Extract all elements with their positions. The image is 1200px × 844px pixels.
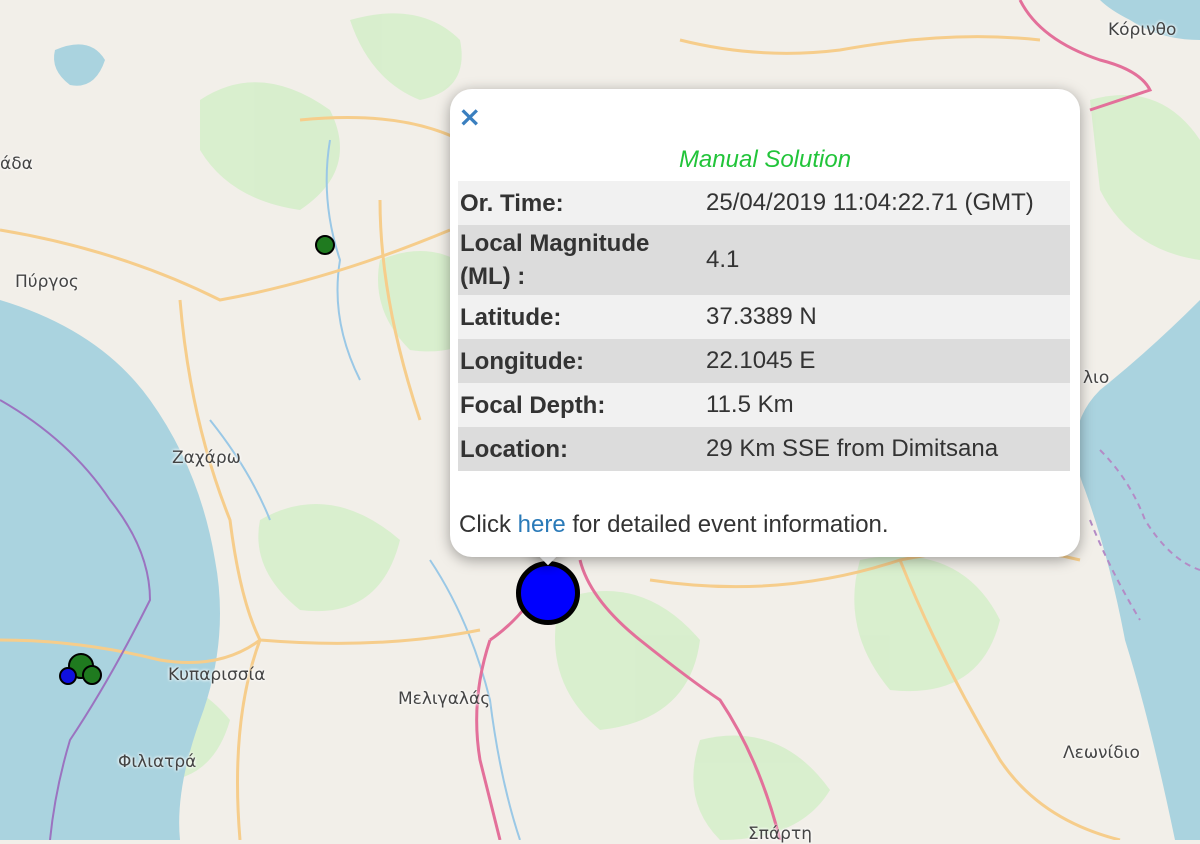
event-marker-north[interactable] (315, 235, 335, 255)
location-value: 29 Km SSE from Dimitsana (706, 435, 999, 462)
event-marker-west-green[interactable] (82, 665, 102, 685)
place-label-filiatra: Φιλιατρά (118, 752, 197, 772)
latitude-label: Latitude: (460, 303, 562, 331)
table-row: Latitude: 37.3389 N (458, 295, 1070, 339)
place-label-zacharo: Ζαχάρω (172, 448, 241, 468)
longitude-value: 22.1045 E (706, 347, 816, 374)
popup-footer: Click here for detailed event informatio… (459, 511, 889, 539)
place-label-leonidio: Λεωνίδιο (1063, 743, 1140, 763)
origin-time-label: Or. Time: (460, 189, 564, 217)
event-popup: × Manual Solution Or. Time: 25/04/2019 1… (450, 89, 1080, 557)
place-label-lio: λιο (1083, 368, 1110, 388)
place-label-korinthos: Κόρινθο (1108, 20, 1177, 40)
place-label-meligalas: Μελιγαλάς (398, 689, 491, 709)
focal-depth-value: 11.5 Km (706, 391, 794, 418)
footer-suffix: for detailed event information. (572, 511, 889, 538)
table-row: Longitude: 22.1045 E (458, 339, 1070, 383)
event-marker-west-blue[interactable] (59, 667, 77, 685)
popup-title: Manual Solution (678, 146, 852, 173)
table-row: Location: 29 Km SSE from Dimitsana (458, 427, 1070, 471)
location-label: Location: (460, 435, 568, 463)
table-row: Local Magnitude (ML) : 4.1 (458, 225, 1070, 295)
footer-prefix: Click (459, 511, 511, 538)
event-details-table: Or. Time: 25/04/2019 11:04:22.71 (GMT) L… (458, 181, 1070, 471)
table-row: Or. Time: 25/04/2019 11:04:22.71 (GMT) (458, 181, 1070, 225)
magnitude-value: 4.1 (706, 246, 740, 273)
place-label-ada: άδα (0, 154, 33, 174)
table-row: Focal Depth: 11.5 Km (458, 383, 1070, 427)
details-link[interactable]: here (518, 511, 566, 538)
focal-depth-label: Focal Depth: (460, 391, 606, 419)
place-label-pyrgos: Πύργος (15, 272, 79, 292)
close-icon[interactable]: × (458, 103, 481, 131)
latitude-value: 37.3389 N (706, 303, 817, 330)
place-label-sparti: Σπάρτη (748, 824, 812, 844)
origin-time-value: 25/04/2019 11:04:22.71 (GMT) (706, 189, 1034, 216)
magnitude-label: Local Magnitude (ML) : (460, 230, 650, 290)
longitude-label: Longitude: (460, 347, 584, 375)
place-label-kyparissia: Κυπαρισσία (168, 665, 266, 685)
